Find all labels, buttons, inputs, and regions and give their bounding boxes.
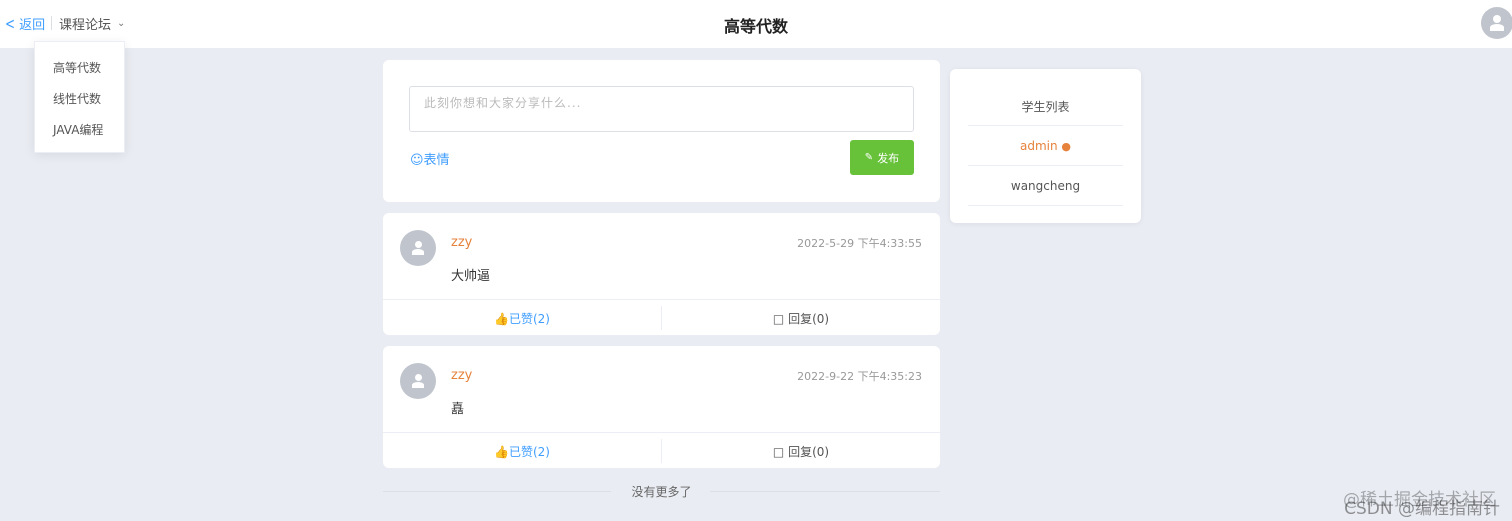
course-dropdown: 高等代数 线性代数 JAVA编程 bbox=[34, 41, 125, 153]
comment-icon: □ bbox=[772, 312, 789, 326]
post-content: 嚞 bbox=[451, 402, 465, 417]
post-author[interactable]: zzy bbox=[451, 235, 472, 250]
person-icon bbox=[1481, 7, 1512, 39]
post-card: zzy 2022-9-22 下午4:35:23 嚞 👍已赞(2) □ 回复(0) bbox=[383, 346, 940, 468]
thumbs-up-icon: 👍 bbox=[494, 445, 509, 459]
person-icon bbox=[400, 363, 436, 399]
post-card: zzy 2022-5-29 下午4:33:55 大帅逼 👍已赞(2) □ 回复(… bbox=[383, 213, 940, 335]
author-avatar bbox=[400, 230, 436, 266]
thumbs-up-icon: 👍 bbox=[494, 312, 509, 326]
page-title: 高等代数 bbox=[723, 17, 788, 36]
post-author[interactable]: zzy bbox=[451, 368, 472, 383]
user-avatar[interactable] bbox=[1481, 7, 1512, 39]
student-item-admin[interactable]: admin ● bbox=[968, 125, 1123, 165]
like-button[interactable]: 👍已赞(2) bbox=[383, 443, 661, 460]
post-input[interactable]: 此刻你想和大家分享什么... bbox=[409, 86, 914, 132]
post-content: 大帅逼 bbox=[451, 269, 491, 284]
dropdown-item-advanced-algebra[interactable]: 高等代数 bbox=[53, 59, 101, 76]
post-actions: 👍已赞(2) □ 回复(0) bbox=[383, 432, 940, 468]
post-timestamp: 2022-9-22 下午4:35:23 bbox=[797, 370, 922, 383]
comment-icon: □ bbox=[772, 445, 789, 459]
reply-button[interactable]: □ 回复(0) bbox=[662, 310, 940, 327]
list-divider bbox=[968, 205, 1123, 206]
post-timestamp: 2022-5-29 下午4:33:55 bbox=[797, 237, 922, 250]
person-icon bbox=[400, 230, 436, 266]
reply-label: 回复(0) bbox=[788, 312, 830, 326]
watermark-csdn: CSDN @编程指南针 bbox=[1344, 499, 1500, 519]
student-name: wangcheng bbox=[1010, 179, 1081, 193]
post-composer: 此刻你想和大家分享什么... ☺表情 ✎ 发布 bbox=[383, 60, 940, 202]
dropdown-item-java[interactable]: JAVA编程 bbox=[53, 121, 103, 138]
no-more-indicator: 没有更多了 bbox=[383, 483, 940, 499]
like-label: 已赞(2) bbox=[508, 445, 550, 459]
student-item-wangcheng[interactable]: wangcheng bbox=[968, 165, 1123, 205]
top-bar: < 返回 课程论坛 ⌄ 高等代数 bbox=[0, 0, 1512, 48]
publish-label: 发布 bbox=[877, 151, 900, 165]
user-icon: ● bbox=[1061, 140, 1072, 153]
like-button[interactable]: 👍已赞(2) bbox=[383, 310, 661, 327]
emoji-button[interactable]: ☺表情 bbox=[410, 149, 450, 168]
publish-button[interactable]: ✎ 发布 bbox=[850, 140, 914, 175]
like-label: 已赞(2) bbox=[508, 312, 550, 326]
dropdown-item-linear-algebra[interactable]: 线性代数 bbox=[53, 90, 101, 107]
student-list-title: 学生列表 bbox=[1021, 100, 1070, 114]
author-avatar bbox=[400, 363, 436, 399]
post-actions: 👍已赞(2) □ 回复(0) bbox=[383, 299, 940, 335]
reply-label: 回复(0) bbox=[788, 445, 830, 459]
reply-button[interactable]: □ 回复(0) bbox=[662, 443, 940, 460]
divider-line-right bbox=[710, 491, 940, 492]
edit-icon: ✎ bbox=[864, 152, 874, 163]
student-list-panel: 学生列表 admin ● wangcheng bbox=[950, 69, 1141, 223]
student-name: admin bbox=[1019, 139, 1058, 153]
